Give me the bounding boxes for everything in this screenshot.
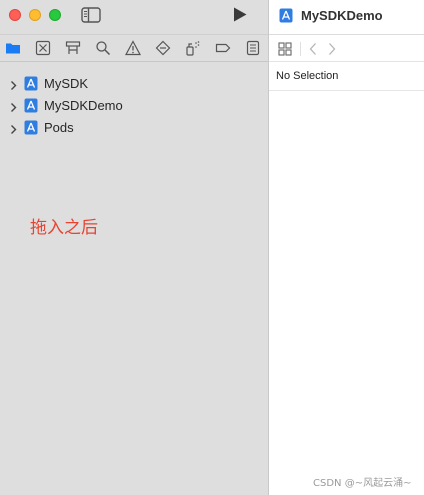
editor-titlebar: MySDKDemo (269, 0, 424, 34)
no-selection-label: No Selection (276, 70, 339, 82)
chevron-right-icon[interactable] (328, 42, 336, 56)
xcode-project-icon (24, 98, 38, 113)
chevron-right-icon[interactable] (9, 78, 18, 90)
editor-title: MySDKDemo (301, 8, 383, 23)
annotation-text: 拖入之后 (30, 218, 98, 238)
folder-icon[interactable] (5, 40, 21, 56)
minimize-window-button[interactable] (29, 9, 41, 21)
watermark: CSDN @~风起云涌~ (313, 478, 412, 489)
warning-icon[interactable] (125, 40, 141, 56)
tree-row-label: MySDK (44, 76, 89, 91)
sidebar-toggle-icon[interactable] (81, 7, 101, 23)
tree-row-label: Pods (44, 120, 74, 135)
navigator-pane: MySDK MySDKDemo Pods 拖入之后 (0, 0, 268, 495)
chevron-left-icon[interactable] (309, 42, 317, 56)
xcode-project-icon (24, 76, 38, 91)
zoom-window-button[interactable] (49, 9, 61, 21)
editor-jump-bar (269, 34, 424, 62)
xcode-project-icon (279, 8, 293, 23)
project-tree: MySDK MySDKDemo Pods (0, 73, 268, 139)
breakpoint-icon[interactable] (215, 40, 231, 56)
window-titlebar (0, 0, 268, 31)
search-icon[interactable] (95, 40, 111, 56)
navigator-selector-bar (0, 34, 268, 62)
editor-pane: MySDKDemo No Selection (269, 0, 424, 495)
toolbar-separator (300, 42, 301, 56)
tree-row-label: MySDKDemo (44, 98, 123, 113)
debug-spray-icon[interactable] (185, 40, 201, 56)
tree-row-mysdk[interactable]: MySDK (0, 73, 268, 95)
xcode-project-icon (24, 120, 38, 135)
chevron-right-icon[interactable] (9, 100, 18, 112)
symbol-navigator-icon[interactable] (65, 40, 81, 56)
test-diamond-icon[interactable] (155, 40, 171, 56)
tree-row-pods[interactable]: Pods (0, 117, 268, 139)
report-icon[interactable] (245, 40, 261, 56)
tree-row-mysdkdemo[interactable]: MySDKDemo (0, 95, 268, 117)
chevron-right-icon[interactable] (9, 122, 18, 134)
no-selection-row: No Selection (269, 63, 424, 91)
related-items-grid-icon[interactable] (278, 42, 292, 56)
source-control-icon[interactable] (35, 40, 51, 56)
run-button[interactable] (232, 6, 248, 23)
close-window-button[interactable] (9, 9, 21, 21)
